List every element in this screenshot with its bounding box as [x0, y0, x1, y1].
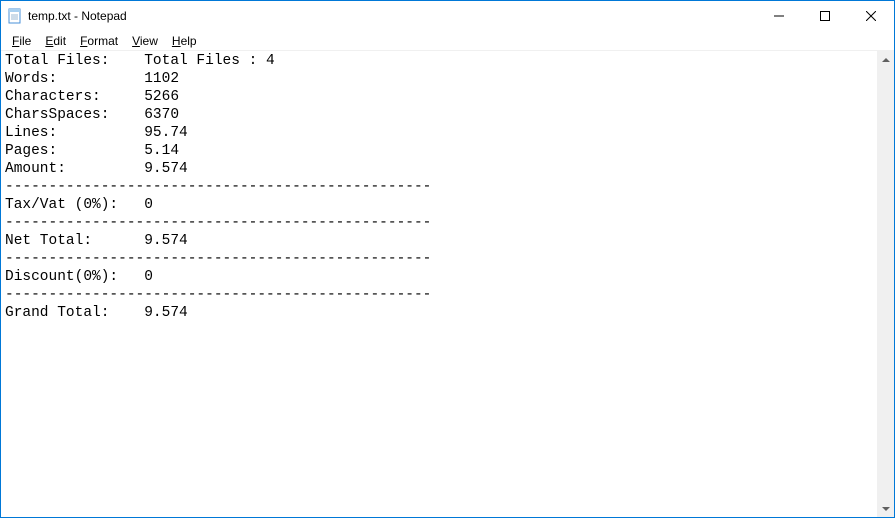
- minimize-button[interactable]: [756, 1, 802, 31]
- menu-help[interactable]: Help: [165, 33, 204, 49]
- scroll-up-arrow[interactable]: [877, 51, 894, 68]
- menu-edit[interactable]: Edit: [38, 33, 73, 49]
- maximize-button[interactable]: [802, 1, 848, 31]
- vertical-scrollbar[interactable]: [877, 51, 894, 517]
- menubar: File Edit Format View Help: [1, 31, 894, 51]
- menu-view[interactable]: View: [125, 33, 165, 49]
- menu-format[interactable]: Format: [73, 33, 125, 49]
- window-controls: [756, 1, 894, 31]
- notepad-icon: [7, 8, 23, 24]
- text-editor[interactable]: Total Files: Total Files : 4 Words: 1102…: [1, 51, 894, 517]
- menu-file[interactable]: File: [5, 33, 38, 49]
- titlebar: temp.txt - Notepad: [1, 1, 894, 31]
- scroll-down-arrow[interactable]: [877, 500, 894, 517]
- content-area: Total Files: Total Files : 4 Words: 1102…: [1, 51, 894, 517]
- window-title: temp.txt - Notepad: [28, 9, 756, 23]
- close-button[interactable]: [848, 1, 894, 31]
